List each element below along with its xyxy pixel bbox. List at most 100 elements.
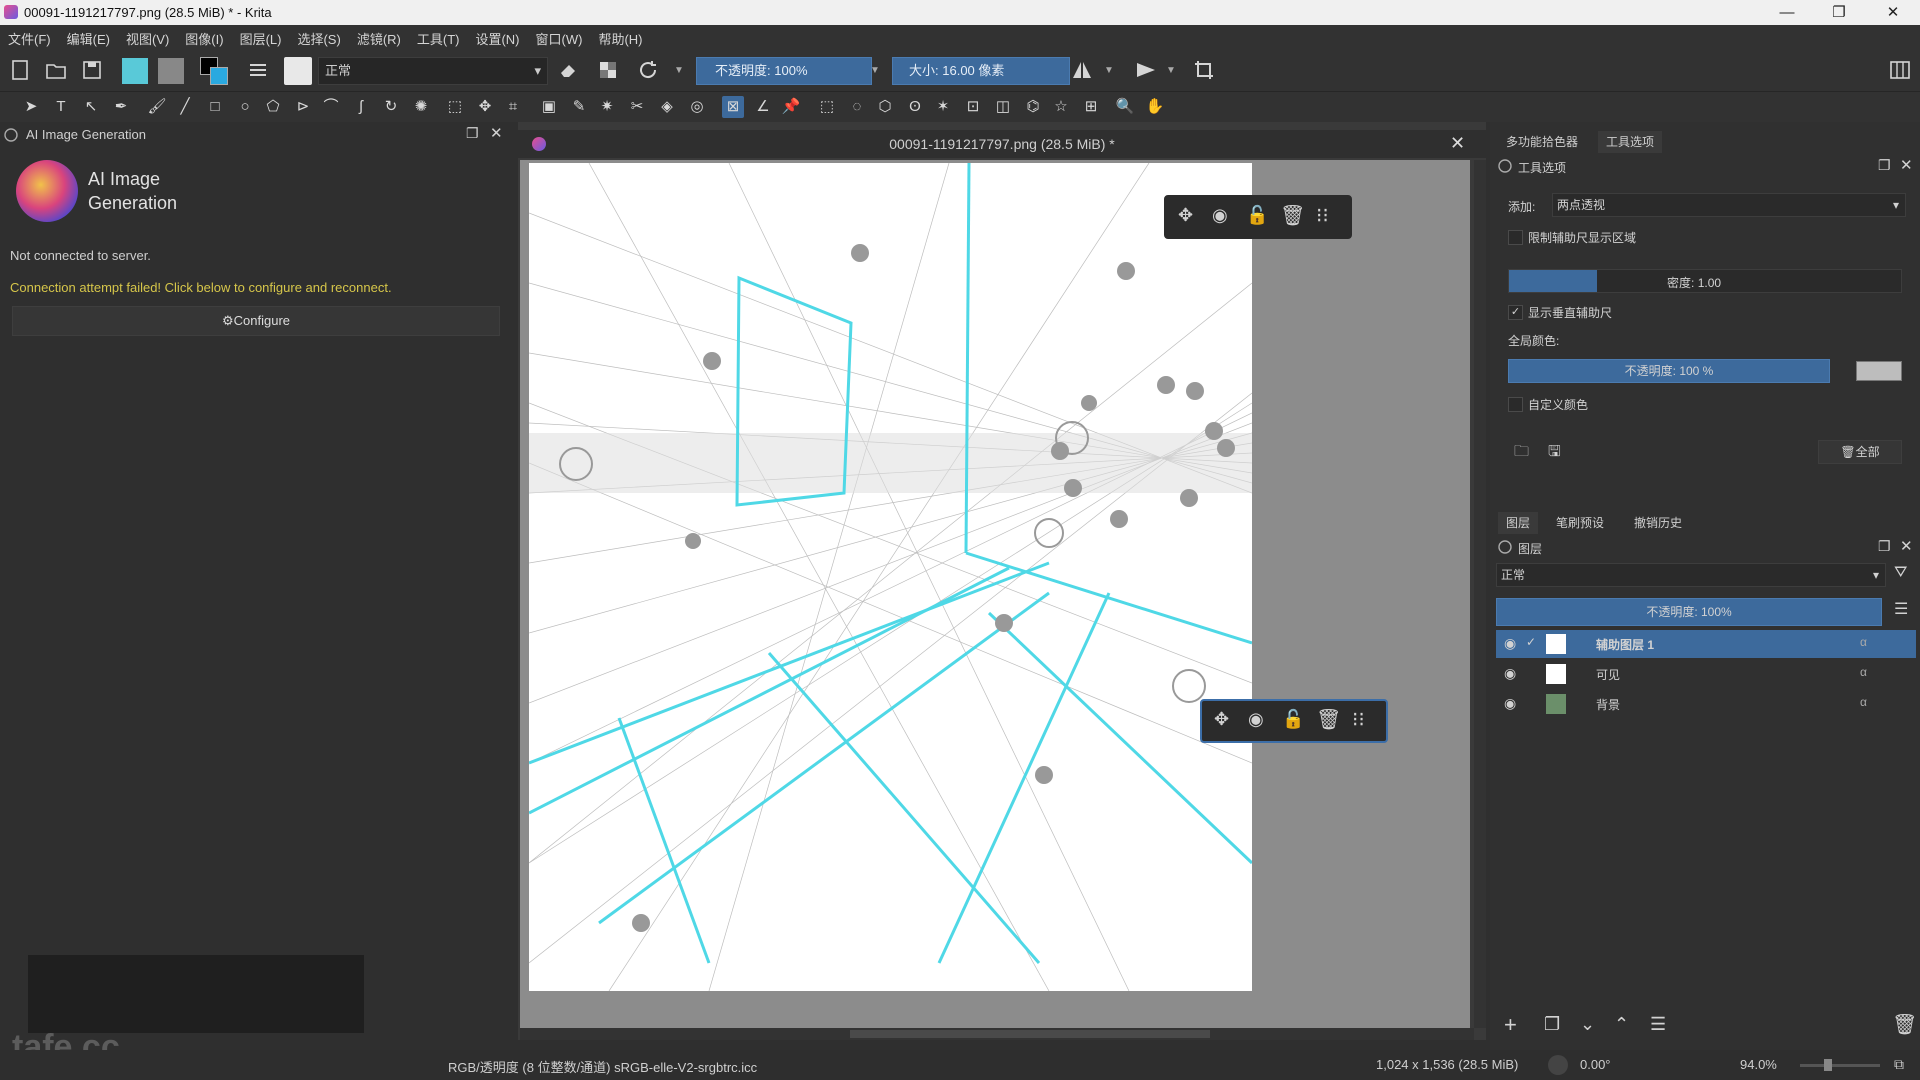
reload-icon[interactable] xyxy=(636,58,660,82)
float-docker-icon[interactable]: ❐ xyxy=(1878,157,1891,174)
horizontal-scrollbar[interactable] xyxy=(520,1028,1474,1040)
tab-advanced-color-selector[interactable]: 多功能拾色器 xyxy=(1498,131,1586,153)
enclose-fill-tool-icon[interactable]: ◎ xyxy=(686,96,708,118)
gradient-tool-icon[interactable]: ▣ xyxy=(538,96,560,118)
color-picker-tool-icon[interactable]: ✎ xyxy=(568,96,590,118)
move-icon[interactable]: ✥ xyxy=(1214,709,1229,730)
opacity-slider[interactable]: 不透明度: 100% xyxy=(696,57,872,85)
alpha-lock-icon[interactable]: α xyxy=(1860,665,1867,679)
scrollbar-thumb[interactable] xyxy=(850,1030,1210,1038)
lock-icon[interactable] xyxy=(1498,540,1512,554)
new-document-icon[interactable] xyxy=(8,58,32,82)
menu-tools[interactable]: 工具(T) xyxy=(409,25,468,48)
menu-select[interactable]: 选择(S) xyxy=(289,25,348,48)
layer-name[interactable]: 可见 xyxy=(1596,666,1620,683)
alpha-lock-icon[interactable] xyxy=(596,58,620,82)
density-slider[interactable]: 密度: 1.00 xyxy=(1508,269,1902,293)
alpha-lock-icon[interactable]: α xyxy=(1860,635,1867,649)
pan-tool-icon[interactable]: ✋ xyxy=(1144,96,1166,118)
select-shapes-tool-icon[interactable]: ➤ xyxy=(20,96,42,118)
gradient-swatch[interactable] xyxy=(122,58,148,84)
edit-shapes-tool-icon[interactable]: ↖ xyxy=(80,96,102,118)
delete-all-button[interactable]: 🗑全部 xyxy=(1818,440,1902,464)
load-folder-icon[interactable]: 🗀 xyxy=(1514,441,1529,466)
menu-image[interactable]: 图像(I) xyxy=(177,25,231,48)
polygon-tool-icon[interactable]: ⬠ xyxy=(262,96,284,118)
zoom-value[interactable]: 94.0% xyxy=(1740,1057,1777,1072)
global-opacity-slider[interactable]: 不透明度: 100 % xyxy=(1508,359,1830,383)
background-color[interactable] xyxy=(210,67,228,85)
pattern-swatch[interactable] xyxy=(158,58,184,84)
size-slider[interactable]: 大小: 16.00 像素 xyxy=(892,57,1070,85)
layer-properties-icon[interactable]: ☰ xyxy=(1650,1014,1666,1035)
layer-checkbox[interactable]: ✓ xyxy=(1526,635,1536,649)
measure-tool-icon[interactable]: ∠ xyxy=(752,96,774,118)
polygonal-selection-icon[interactable]: ⬡ xyxy=(874,96,896,118)
lock-icon[interactable] xyxy=(4,128,18,142)
layer-menu-icon[interactable]: ☰ xyxy=(1894,599,1908,619)
ellipse-tool-icon[interactable]: ○ xyxy=(234,96,256,118)
grid-menu-icon[interactable]: ⁝⁝ xyxy=(1352,707,1365,732)
layer-row[interactable]: ◉ 背景 α xyxy=(1496,690,1916,718)
save-icon[interactable] xyxy=(80,58,104,82)
visibility-eye-icon[interactable]: ◉ xyxy=(1248,709,1264,730)
visibility-eye-icon[interactable]: ◉ xyxy=(1504,665,1516,682)
move-layer-down-icon[interactable]: ⌄ xyxy=(1580,1014,1595,1035)
freehand-selection-icon[interactable]: ʘ xyxy=(904,96,926,118)
visibility-eye-icon[interactable]: ◉ xyxy=(1504,635,1516,652)
menu-layer[interactable]: 图层(L) xyxy=(232,25,290,48)
reference-images-tool-icon[interactable]: 📌 xyxy=(780,96,802,118)
chevron-down-icon[interactable]: ▼ xyxy=(1166,65,1176,76)
chevron-down-icon[interactable]: ▼ xyxy=(674,65,684,76)
vertical-scrollbar[interactable] xyxy=(1474,160,1486,1028)
zoom-tool-icon[interactable]: 🔍 xyxy=(1114,96,1136,118)
dynamic-brush-tool-icon[interactable]: ↻ xyxy=(380,96,402,118)
menu-help[interactable]: 帮助(H) xyxy=(590,25,650,48)
mirror-horizontal-icon[interactable] xyxy=(1070,58,1094,82)
wrap-around-icon[interactable] xyxy=(1192,58,1216,82)
move-icon[interactable]: ✥ xyxy=(1178,205,1193,226)
mirror-vertical-icon[interactable] xyxy=(1134,58,1158,82)
assistant-mesh-icon[interactable]: ⊞ xyxy=(1080,96,1102,118)
crop-tool-icon[interactable]: ⌗ xyxy=(502,96,524,118)
visibility-eye-icon[interactable]: ◉ xyxy=(1212,205,1228,226)
zoom-slider-handle[interactable] xyxy=(1824,1059,1832,1071)
smart-patch-tool-icon[interactable]: ✷ xyxy=(596,96,618,118)
duplicate-layer-icon[interactable]: ❐ xyxy=(1544,1014,1560,1035)
close-docker-icon[interactable]: ✕ xyxy=(490,124,503,142)
line-tool-icon[interactable]: ╱ xyxy=(174,96,196,118)
eraser-icon[interactable] xyxy=(556,58,580,82)
magnetic-selection-icon[interactable]: ⌬ xyxy=(1022,96,1044,118)
menu-window[interactable]: 窗口(W) xyxy=(528,25,591,48)
workspace-icon[interactable] xyxy=(1888,58,1912,82)
close-docker-icon[interactable]: ✕ xyxy=(1900,537,1913,555)
tab-layers[interactable]: 图层 xyxy=(1498,512,1539,534)
brush-preset-icon[interactable] xyxy=(284,57,312,85)
menu-file[interactable]: 文件(F) xyxy=(0,25,59,48)
move-layer-up-icon[interactable]: ⌃ xyxy=(1614,1014,1629,1035)
layer-opacity-slider[interactable]: 不透明度: 100% xyxy=(1496,598,1882,626)
configure-button[interactable]: ⚙Configure xyxy=(12,306,500,336)
bezier-tool-icon[interactable]: ⌒ xyxy=(320,96,342,118)
tab-tool-options[interactable]: 工具选项 xyxy=(1598,131,1663,153)
blend-mode-select[interactable]: 正常 ▾ xyxy=(318,57,548,85)
similar-color-star-icon[interactable]: ☆ xyxy=(1050,96,1072,118)
layer-name[interactable]: 辅助图层 1 xyxy=(1596,636,1654,653)
delete-trash-icon[interactable]: 🗑 xyxy=(1280,203,1305,228)
save-icon[interactable]: 🖫 xyxy=(1548,441,1561,466)
document-tab[interactable]: 00091-1191217797.png (28.5 MiB) * ✕ xyxy=(518,130,1486,158)
menu-settings[interactable]: 设置(N) xyxy=(467,25,527,48)
multibrush-tool-icon[interactable]: ✺ xyxy=(410,96,432,118)
text-tool-icon[interactable]: T xyxy=(50,96,72,118)
contiguous-selection-icon[interactable]: ✶ xyxy=(932,96,954,118)
similar-selection-icon[interactable]: ⊡ xyxy=(962,96,984,118)
close-document-icon[interactable]: ✕ xyxy=(1450,133,1465,154)
zoom-slider[interactable] xyxy=(1800,1059,1880,1071)
delete-layer-icon[interactable]: 🗑 xyxy=(1892,1012,1917,1037)
show-assistants-checkbox[interactable]: ✓ xyxy=(1508,305,1523,320)
chevron-down-icon[interactable]: ▼ xyxy=(870,65,880,76)
layer-blend-select[interactable]: 正常 ▾ xyxy=(1496,563,1886,587)
chevron-down-icon[interactable]: ▼ xyxy=(1104,65,1114,76)
limit-area-checkbox[interactable] xyxy=(1508,230,1523,245)
minimize-button[interactable]: — xyxy=(1764,0,1810,25)
